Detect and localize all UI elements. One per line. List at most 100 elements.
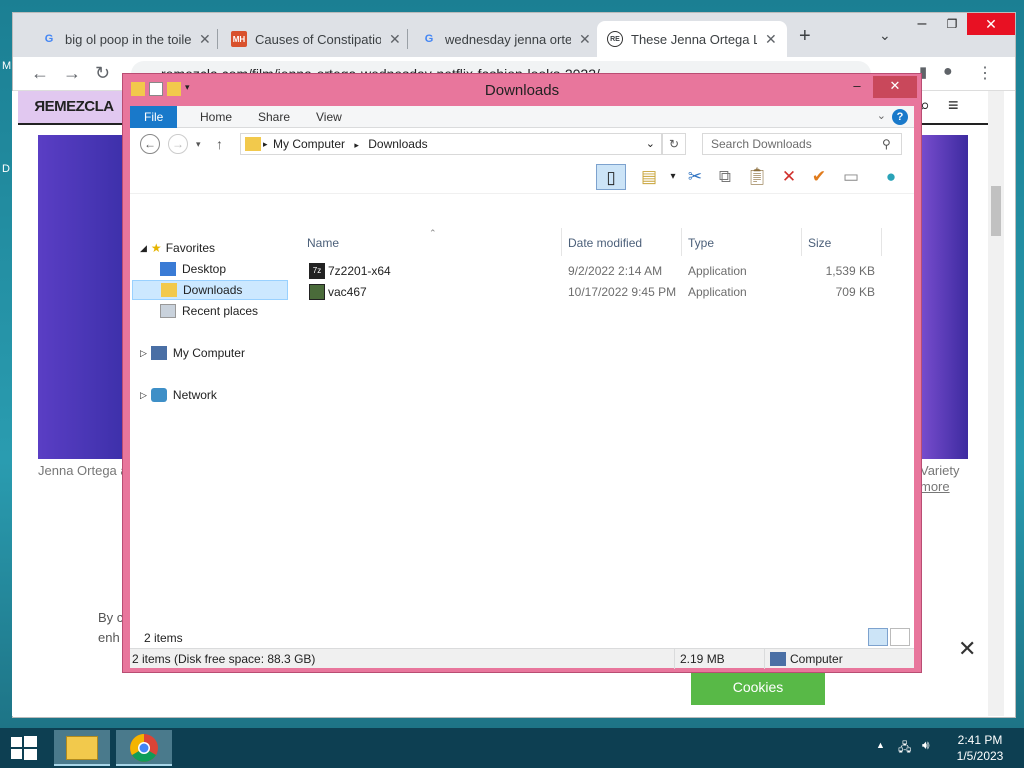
taskbar-file-explorer[interactable] <box>54 730 110 766</box>
nav-desktop[interactable]: Desktop <box>160 259 226 279</box>
up-icon[interactable]: ↑ <box>216 136 223 152</box>
hamburger-menu-icon[interactable]: ≡ <box>948 95 959 116</box>
clock[interactable]: 2:41 PM 1/5/2023 <box>948 732 1012 764</box>
tab-view[interactable]: View <box>302 106 356 128</box>
browser-tab[interactable]: MH Causes of Constipation ✕ <box>221 21 411 57</box>
tab-title: wednesday jenna orteg <box>445 31 571 47</box>
help-icon[interactable]: ? <box>892 109 908 125</box>
column-divider[interactable] <box>801 228 802 256</box>
windows-logo-icon <box>11 736 37 760</box>
back-icon[interactable]: ← <box>31 63 49 84</box>
tab-divider <box>217 29 218 49</box>
properties-icon[interactable]: ▤ <box>636 164 662 190</box>
close-tab-icon[interactable]: ✕ <box>389 31 401 48</box>
column-divider[interactable] <box>561 228 562 256</box>
start-button[interactable] <box>0 728 48 768</box>
volume-icon[interactable]: 🔊︎ <box>922 738 930 753</box>
taskbar-chrome[interactable] <box>116 730 172 766</box>
rename-icon[interactable]: ▭ <box>838 164 864 190</box>
new-tab-icon[interactable]: + <box>799 25 811 48</box>
browser-tab[interactable]: G wednesday jenna orteg ✕ <box>411 21 601 57</box>
close-tab-icon[interactable]: ✕ <box>199 31 211 48</box>
checkmark-icon[interactable]: ✔ <box>806 164 832 190</box>
column-header-name[interactable]: Name <box>307 236 339 250</box>
details-view-icon[interactable] <box>868 628 888 646</box>
nav-downloads[interactable]: Downloads <box>132 280 288 300</box>
nav-recent-places[interactable]: Recent places <box>160 301 258 321</box>
mh-favicon-icon: MH <box>231 31 247 47</box>
file-row[interactable]: 7z 7z2201-x64 9/2/2022 2:14 AM Applicati… <box>305 261 905 282</box>
forward-icon[interactable]: → <box>168 134 188 154</box>
large-icons-view-icon[interactable] <box>890 628 910 646</box>
minimize-icon[interactable]: – <box>843 76 871 98</box>
expand-arrow-icon[interactable]: ▷ <box>140 385 147 405</box>
application-icon <box>309 284 325 300</box>
show-hidden-icons-icon[interactable]: ▲ <box>876 740 885 750</box>
nav-network[interactable]: ▷ Network <box>140 385 217 405</box>
navigation-pane: ◢ ★ Favorites Desktop Downloads Recent p… <box>130 228 294 628</box>
cut-icon[interactable]: ✂ <box>682 164 708 190</box>
search-input[interactable]: Search Downloads <box>702 133 902 155</box>
forward-icon[interactable]: → <box>63 63 81 84</box>
preview-pane-icon[interactable]: ▯ <box>596 164 626 190</box>
folder-icon <box>245 137 261 151</box>
tab-file[interactable]: File <box>130 106 178 128</box>
back-icon[interactable]: ← <box>140 134 160 154</box>
chevron-down-icon[interactable]: ⌄ <box>646 134 655 154</box>
column-header-size[interactable]: Size <box>808 236 831 250</box>
file-row[interactable]: vac467 10/17/2022 9:45 PM Application 70… <box>305 282 905 303</box>
file-list: ⌃ Name Date modified Type Size 7z 7z2201… <box>305 228 914 628</box>
maximize-icon[interactable]: ❐ <box>937 13 967 35</box>
nav-my-computer[interactable]: ▷ My Computer <box>140 343 245 363</box>
tab-title: These Jenna Ortega Loo <box>631 31 757 47</box>
minimize-icon[interactable]: – <box>907 13 937 35</box>
column-divider[interactable] <box>681 228 682 256</box>
copy-icon[interactable]: ⧉ <box>712 164 738 190</box>
search-icon[interactable]: ⚲ <box>882 137 891 151</box>
cookies-button[interactable]: Cookies <box>691 669 825 705</box>
address-bar[interactable]: ▸ My Computer ▸ Downloads ⌄ <box>240 133 662 155</box>
close-tab-icon[interactable]: ✕ <box>765 31 777 48</box>
reload-icon[interactable]: ↻ <box>95 63 110 84</box>
breadcrumb-item[interactable]: Downloads <box>368 137 427 151</box>
desktop-icon-label: D <box>2 163 10 175</box>
delete-icon[interactable]: ✕ <box>776 164 802 190</box>
expand-arrow-icon[interactable]: ▷ <box>140 343 147 363</box>
site-logo[interactable]: ЯEMEZCLA <box>18 91 130 123</box>
column-header-type[interactable]: Type <box>688 236 714 250</box>
paste-icon[interactable]: 📋︎ <box>744 164 770 190</box>
page-scrollbar[interactable] <box>988 91 1004 716</box>
close-window-icon[interactable]: ✕ <box>967 13 1015 35</box>
chevron-down-icon[interactable]: ⌄ <box>879 27 891 44</box>
status-bar: 2 items (Disk free space: 88.3 GB) 2.19 … <box>130 648 914 669</box>
column-divider[interactable] <box>881 228 882 256</box>
file-size: 1,539 KB <box>825 264 875 278</box>
tab-share[interactable]: Share <box>244 106 304 128</box>
refresh-icon[interactable]: ↻ <box>662 133 686 155</box>
expand-arrow-icon[interactable]: ◢ <box>140 238 147 258</box>
credit-text: Variety <box>920 463 960 478</box>
tab-home[interactable]: Home <box>186 106 246 128</box>
more-link[interactable]: more <box>920 479 960 495</box>
close-window-icon[interactable]: ✕ <box>873 76 917 98</box>
globe-icon[interactable]: ● <box>878 164 904 190</box>
close-tab-icon[interactable]: ✕ <box>579 31 591 48</box>
chevron-down-icon[interactable]: ⌄ <box>877 109 886 122</box>
nav-label: Downloads <box>183 283 243 297</box>
column-header-date[interactable]: Date modified <box>568 236 642 250</box>
browser-tab[interactable]: G big ol poop in the toile ✕ <box>31 21 221 57</box>
network-icon[interactable]: 🖧︎ <box>898 738 911 759</box>
explorer-titlebar[interactable]: ▾ Downloads – ▭ ✕ <box>123 74 921 106</box>
address-row: ← → ▾ ↑ ▸ My Computer ▸ Downloads ⌄ ↻ Se… <box>130 128 914 160</box>
close-banner-icon[interactable]: ✕ <box>958 636 976 662</box>
profile-icon[interactable]: ● <box>943 63 953 81</box>
clock-date: 1/5/2023 <box>956 749 1004 763</box>
file-type: Application <box>688 264 747 278</box>
browser-tab-active[interactable]: RE These Jenna Ortega Loo ✕ <box>597 21 787 57</box>
menu-icon[interactable]: ⋮ <box>977 63 993 83</box>
nav-favorites[interactable]: ◢ ★ Favorites <box>140 238 215 258</box>
chevron-right-icon: ▸ <box>354 140 359 150</box>
recent-locations-icon[interactable]: ▾ <box>196 139 201 150</box>
breadcrumb-item[interactable]: My Computer <box>273 137 345 151</box>
scrollbar-thumb[interactable] <box>991 186 1001 236</box>
